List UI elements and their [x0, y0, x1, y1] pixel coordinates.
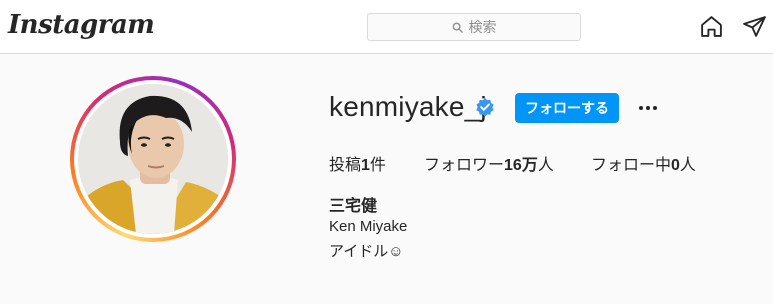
bio-line: Ken Miyake	[329, 218, 408, 235]
following-label: フォロー中	[591, 157, 672, 174]
following-suffix: 人	[679, 157, 696, 174]
posts-label: 投稿	[329, 157, 362, 174]
more-options-icon[interactable]	[634, 96, 662, 120]
search-input[interactable]: 検索	[367, 13, 581, 41]
followers-count-stat[interactable]: フォロワー16万人	[424, 151, 554, 175]
followers-count: 16万	[504, 157, 538, 174]
search-icon	[452, 22, 463, 33]
posts-count: 1	[361, 157, 370, 174]
profile-photo	[78, 84, 228, 234]
more-dot	[639, 106, 643, 110]
more-dot	[653, 106, 657, 110]
avatar[interactable]	[78, 84, 228, 234]
story-ring[interactable]	[70, 76, 236, 242]
home-icon[interactable]	[699, 14, 724, 39]
search-placeholder: 検索	[468, 19, 497, 35]
top-navigation-bar: Instagram 検索	[0, 0, 773, 54]
posts-suffix: 件	[369, 157, 386, 174]
instagram-logo[interactable]: Instagram	[8, 10, 155, 40]
verified-badge-icon	[476, 98, 494, 117]
profile-full-name: 三宅健	[329, 198, 378, 215]
bio-line: アイドル☺	[329, 243, 404, 260]
direct-message-icon[interactable]	[742, 14, 767, 39]
posts-count-stat: 投稿1件	[329, 151, 386, 175]
followers-label: フォロワー	[424, 157, 505, 174]
profile-username: kenmiyake_j	[329, 91, 487, 122]
more-dot	[646, 106, 650, 110]
following-count: 0	[671, 157, 680, 174]
followers-suffix: 人	[537, 157, 554, 174]
follow-button[interactable]: フォローする	[515, 93, 619, 123]
following-count-stat[interactable]: フォロー中0人	[591, 151, 696, 175]
avatar-border	[74, 80, 232, 238]
